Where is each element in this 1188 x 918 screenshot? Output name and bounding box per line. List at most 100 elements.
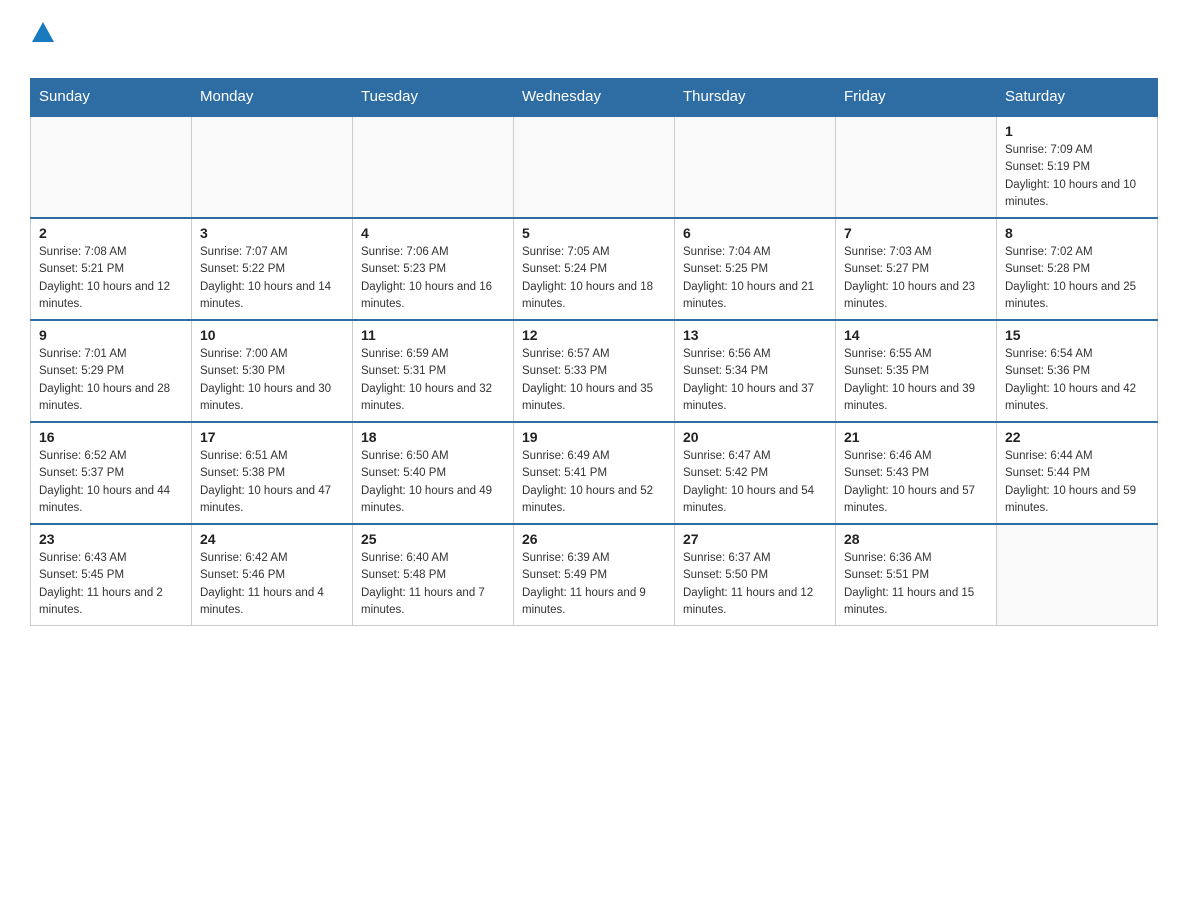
day-cell [997, 524, 1158, 626]
day-cell: 4 Sunrise: 7:06 AMSunset: 5:23 PMDaylight… [353, 218, 514, 320]
day-info: Sunrise: 7:03 AMSunset: 5:27 PMDaylight:… [844, 244, 988, 313]
day-info: Sunrise: 6:55 AMSunset: 5:35 PMDaylight:… [844, 346, 988, 415]
day-number: 8 [1005, 225, 1149, 241]
day-cell: 8 Sunrise: 7:02 AMSunset: 5:28 PMDaylight… [997, 218, 1158, 320]
day-cell: 3Sunrise: 7:07 AMSunset: 5:22 PMDaylight… [192, 218, 353, 320]
day-info: Sunrise: 6:59 AMSunset: 5:31 PMDaylight:… [361, 346, 505, 415]
day-number: 10 [200, 327, 344, 343]
week-row-2: 2Sunrise: 7:08 AMSunset: 5:21 PMDaylight… [31, 218, 1158, 320]
day-number: 11 [361, 327, 505, 343]
day-cell: 5 Sunrise: 7:05 AMSunset: 5:24 PMDaylight… [514, 218, 675, 320]
day-info: Sunrise: 6:44 AMSunset: 5:44 PMDaylight:… [1005, 448, 1149, 517]
day-cell: 13 Sunrise: 6:56 AMSunset: 5:34 PMDayligh… [675, 320, 836, 422]
weekday-header-sunday: Sunday [31, 78, 192, 116]
day-cell: 24 Sunrise: 6:42 AMSunset: 5:46 PMDayligh… [192, 524, 353, 626]
day-number: 22 [1005, 429, 1149, 445]
day-cell [31, 116, 192, 218]
day-info: Sunrise: 6:39 AMSunset: 5:49 PMDaylight:… [522, 550, 666, 619]
day-cell: 28 Sunrise: 6:36 AMSunset: 5:51 PMDayligh… [836, 524, 997, 626]
day-info: Sunrise: 6:42 AMSunset: 5:46 PMDaylight:… [200, 550, 344, 619]
weekday-header-tuesday: Tuesday [353, 78, 514, 116]
day-number: 7 [844, 225, 988, 241]
day-info: Sunrise: 7:02 AMSunset: 5:28 PMDaylight:… [1005, 244, 1149, 313]
day-number: 13 [683, 327, 827, 343]
weekday-header-monday: Monday [192, 78, 353, 116]
day-number: 21 [844, 429, 988, 445]
day-info: Sunrise: 6:43 AMSunset: 5:45 PMDaylight:… [39, 550, 183, 619]
day-number: 18 [361, 429, 505, 445]
day-number: 23 [39, 531, 183, 547]
day-cell: 25 Sunrise: 6:40 AMSunset: 5:48 PMDayligh… [353, 524, 514, 626]
day-info: Sunrise: 6:37 AMSunset: 5:50 PMDaylight:… [683, 550, 827, 619]
day-cell: 12 Sunrise: 6:57 AMSunset: 5:33 PMDayligh… [514, 320, 675, 422]
week-row-3: 9Sunrise: 7:01 AMSunset: 5:29 PMDaylight… [31, 320, 1158, 422]
day-info: Sunrise: 6:49 AMSunset: 5:41 PMDaylight:… [522, 448, 666, 517]
day-cell: 14 Sunrise: 6:55 AMSunset: 5:35 PMDayligh… [836, 320, 997, 422]
day-cell: 22 Sunrise: 6:44 AMSunset: 5:44 PMDayligh… [997, 422, 1158, 524]
weekday-header-saturday: Saturday [997, 78, 1158, 116]
day-cell [192, 116, 353, 218]
weekday-header-row: SundayMondayTuesdayWednesdayThursdayFrid… [31, 78, 1158, 116]
day-info: Sunrise: 6:40 AMSunset: 5:48 PMDaylight:… [361, 550, 505, 619]
day-cell: 17 Sunrise: 6:51 AMSunset: 5:38 PMDayligh… [192, 422, 353, 524]
week-row-4: 16 Sunrise: 6:52 AMSunset: 5:37 PMDayligh… [31, 422, 1158, 524]
day-number: 27 [683, 531, 827, 547]
day-number: 4 [361, 225, 505, 241]
day-info: Sunrise: 6:56 AMSunset: 5:34 PMDaylight:… [683, 346, 827, 415]
weekday-header-wednesday: Wednesday [514, 78, 675, 116]
logo [30, 20, 54, 68]
day-number: 2 [39, 225, 183, 241]
day-number: 26 [522, 531, 666, 547]
day-number: 15 [1005, 327, 1149, 343]
day-cell: 1 Sunrise: 7:09 AMSunset: 5:19 PMDaylight… [997, 116, 1158, 218]
page-header [30, 20, 1158, 68]
day-cell: 9Sunrise: 7:01 AMSunset: 5:29 PMDaylight… [31, 320, 192, 422]
day-info: Sunrise: 6:50 AMSunset: 5:40 PMDaylight:… [361, 448, 505, 517]
day-cell: 26 Sunrise: 6:39 AMSunset: 5:49 PMDayligh… [514, 524, 675, 626]
day-number: 12 [522, 327, 666, 343]
day-cell: 16 Sunrise: 6:52 AMSunset: 5:37 PMDayligh… [31, 422, 192, 524]
day-info: Sunrise: 7:01 AMSunset: 5:29 PMDaylight:… [39, 346, 183, 415]
day-number: 20 [683, 429, 827, 445]
weekday-header-thursday: Thursday [675, 78, 836, 116]
day-cell: 15 Sunrise: 6:54 AMSunset: 5:36 PMDayligh… [997, 320, 1158, 422]
day-cell: 6 Sunrise: 7:04 AMSunset: 5:25 PMDaylight… [675, 218, 836, 320]
day-info: Sunrise: 7:06 AMSunset: 5:23 PMDaylight:… [361, 244, 505, 313]
day-cell [675, 116, 836, 218]
day-info: Sunrise: 6:57 AMSunset: 5:33 PMDaylight:… [522, 346, 666, 415]
day-number: 1 [1005, 123, 1149, 139]
day-info: Sunrise: 6:36 AMSunset: 5:51 PMDaylight:… [844, 550, 988, 619]
day-info: Sunrise: 6:54 AMSunset: 5:36 PMDaylight:… [1005, 346, 1149, 415]
day-number: 16 [39, 429, 183, 445]
day-info: Sunrise: 6:46 AMSunset: 5:43 PMDaylight:… [844, 448, 988, 517]
day-info: Sunrise: 6:51 AMSunset: 5:38 PMDaylight:… [200, 448, 344, 517]
day-number: 14 [844, 327, 988, 343]
day-number: 17 [200, 429, 344, 445]
day-info: Sunrise: 7:00 AMSunset: 5:30 PMDaylight:… [200, 346, 344, 415]
day-info: Sunrise: 7:04 AMSunset: 5:25 PMDaylight:… [683, 244, 827, 313]
day-cell: 11 Sunrise: 6:59 AMSunset: 5:31 PMDayligh… [353, 320, 514, 422]
logo-arrow-icon [32, 20, 54, 42]
day-number: 28 [844, 531, 988, 547]
day-info: Sunrise: 7:09 AMSunset: 5:19 PMDaylight:… [1005, 142, 1149, 211]
day-number: 25 [361, 531, 505, 547]
day-cell [353, 116, 514, 218]
day-cell: 10 Sunrise: 7:00 AMSunset: 5:30 PMDayligh… [192, 320, 353, 422]
day-info: Sunrise: 6:47 AMSunset: 5:42 PMDaylight:… [683, 448, 827, 517]
day-cell: 20 Sunrise: 6:47 AMSunset: 5:42 PMDayligh… [675, 422, 836, 524]
day-number: 5 [522, 225, 666, 241]
day-info: Sunrise: 7:05 AMSunset: 5:24 PMDaylight:… [522, 244, 666, 313]
calendar-table: SundayMondayTuesdayWednesdayThursdayFrid… [30, 78, 1158, 626]
day-number: 24 [200, 531, 344, 547]
week-row-5: 23 Sunrise: 6:43 AMSunset: 5:45 PMDayligh… [31, 524, 1158, 626]
day-cell: 19 Sunrise: 6:49 AMSunset: 5:41 PMDayligh… [514, 422, 675, 524]
day-number: 19 [522, 429, 666, 445]
day-cell: 7 Sunrise: 7:03 AMSunset: 5:27 PMDaylight… [836, 218, 997, 320]
day-info: Sunrise: 6:52 AMSunset: 5:37 PMDaylight:… [39, 448, 183, 517]
weekday-header-friday: Friday [836, 78, 997, 116]
day-cell: 2Sunrise: 7:08 AMSunset: 5:21 PMDaylight… [31, 218, 192, 320]
day-number: 6 [683, 225, 827, 241]
day-cell: 27 Sunrise: 6:37 AMSunset: 5:50 PMDayligh… [675, 524, 836, 626]
day-cell: 18 Sunrise: 6:50 AMSunset: 5:40 PMDayligh… [353, 422, 514, 524]
day-cell: 23 Sunrise: 6:43 AMSunset: 5:45 PMDayligh… [31, 524, 192, 626]
